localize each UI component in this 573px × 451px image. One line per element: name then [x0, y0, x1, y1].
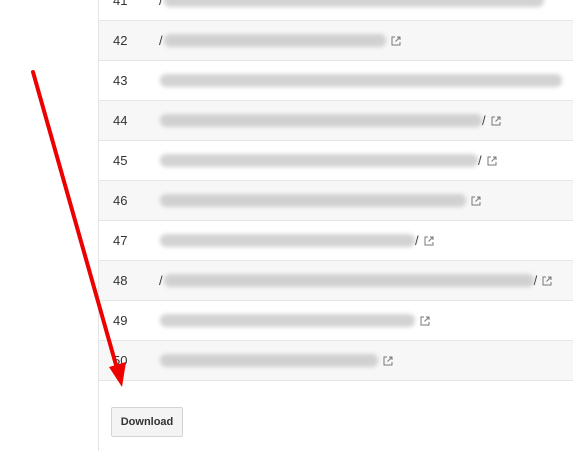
red-arrow-annotation [31, 70, 126, 387]
